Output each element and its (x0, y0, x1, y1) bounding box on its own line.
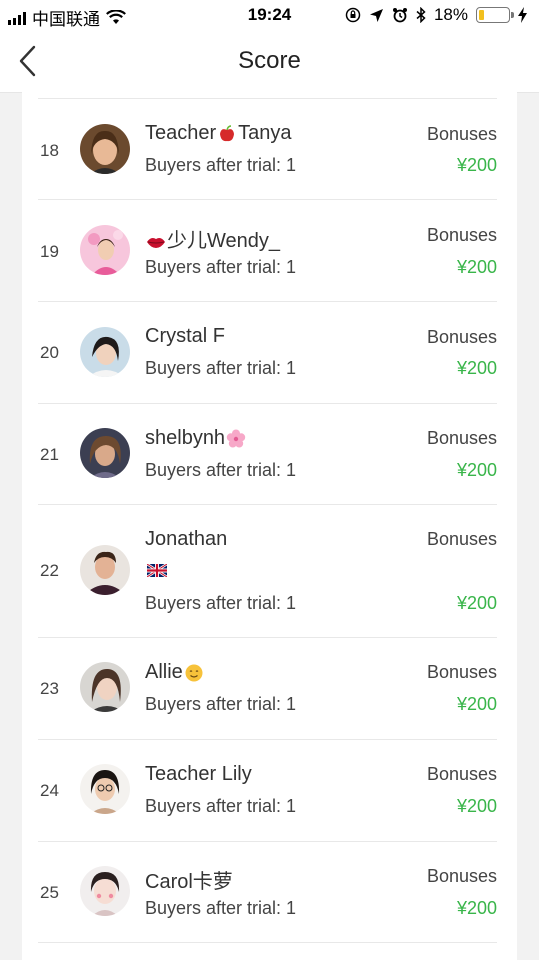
smiling-face-icon (185, 664, 203, 682)
bonus-amount: ¥200 (456, 257, 497, 277)
rank-number: 19 (40, 242, 59, 261)
buyers-after-trial: Buyers after trial: 1 (145, 460, 297, 480)
list-item[interactable]: 23 Allie Buyers after trial: 1 Bonuses ¥… (22, 638, 517, 739)
bonus-amount: ¥200 (456, 358, 497, 378)
bonus-label: Bonuses (426, 225, 497, 245)
rank-number: 20 (40, 343, 59, 362)
bonus-label: Bonuses (426, 764, 497, 784)
user-name: Teacher Tanya (145, 122, 292, 144)
list-item[interactable]: 24 Teacher Lily Buyers after trial: 1 Bo… (22, 740, 517, 841)
status-bar-right: 18% (345, 5, 527, 25)
rank-number: 25 (40, 883, 59, 902)
bonus-amount: ¥200 (456, 694, 497, 714)
bonus-amount: ¥200 (456, 796, 497, 816)
avatar[interactable] (80, 124, 130, 174)
status-bar: 中国联通 19:24 18% (0, 0, 539, 30)
user-name: Jonathan (145, 528, 228, 550)
rank-number: 21 (40, 445, 59, 464)
buyers-after-trial: Buyers after trial: 1 (145, 898, 297, 918)
avatar[interactable] (80, 327, 130, 377)
user-name: 少儿Wendy_ (145, 224, 280, 253)
buyers-after-trial: Buyers after trial: 1 (145, 155, 297, 175)
buyers-after-trial: Buyers after trial: 1 (145, 593, 297, 613)
bonus-label: Bonuses (426, 327, 497, 347)
list-item[interactable]: 19 少儿Wendy_ Buyers after trial: 1 Bonuse… (22, 200, 517, 301)
rank-number: 23 (40, 679, 59, 698)
bonus-amount: ¥200 (456, 155, 497, 175)
user-name: Allie (145, 661, 205, 684)
uk-flag-icon (147, 564, 167, 577)
bluetooth-icon (416, 7, 426, 23)
page-title: Score (238, 47, 301, 74)
avatar[interactable] (80, 662, 130, 712)
navigation-bar: Score (0, 30, 539, 93)
battery-icon (476, 7, 514, 23)
list-item[interactable]: 18 Teacher Tanya Buyers after trial: 1 Bo… (22, 92, 517, 199)
bonus-label: Bonuses (426, 662, 497, 682)
avatar[interactable] (80, 428, 130, 478)
lips-icon (147, 237, 165, 248)
location-arrow-icon (369, 8, 383, 22)
battery-percent: 18% (433, 5, 468, 24)
buyers-after-trial: Buyers after trial: 1 (145, 257, 297, 277)
avatar[interactable] (80, 545, 130, 595)
list-item[interactable]: 21 shelbynh Buyers after trial: 1 Bonuse… (22, 404, 517, 504)
list-item[interactable]: 25 Carol卡萝 Buyers after trial: 1 Bonuses… (22, 842, 517, 943)
bonus-label: Bonuses (426, 529, 497, 549)
list-item[interactable]: 22 Jonathan Buyers after trial: 1 Bonuse… (22, 505, 517, 637)
avatar[interactable] (80, 764, 130, 814)
user-name: Crystal F (145, 325, 225, 347)
orientation-lock-icon (345, 7, 361, 23)
buyers-after-trial: Buyers after trial: 1 (145, 796, 297, 816)
avatar[interactable] (80, 225, 130, 275)
buyers-after-trial: Buyers after trial: 1 (145, 694, 297, 714)
bonus-amount: ¥200 (456, 460, 497, 480)
list-item[interactable]: 20 Crystal F Buyers after trial: 1 Bonus… (22, 302, 517, 403)
user-name: Teacher Lily (145, 763, 252, 785)
avatar[interactable] (80, 866, 130, 916)
bonus-label: Bonuses (426, 428, 497, 448)
cherry-blossom-icon (226, 429, 246, 448)
apple-icon (220, 124, 235, 141)
divider (38, 942, 497, 943)
score-list: 18 Teacher Tanya Buyers after trial: 1 Bo… (22, 92, 517, 960)
bonus-amount: ¥200 (456, 898, 497, 918)
charging-bolt-icon (518, 7, 527, 23)
bonus-amount: ¥200 (456, 593, 497, 613)
battery-level (479, 10, 484, 20)
rank-number: 22 (40, 561, 59, 580)
buyers-after-trial: Buyers after trial: 1 (145, 358, 297, 378)
rank-number: 24 (40, 781, 59, 800)
bonus-label: Bonuses (426, 124, 497, 144)
user-name: Carol卡萝 (145, 871, 233, 893)
rank-number: 18 (40, 141, 59, 160)
alarm-clock-icon (392, 8, 407, 23)
bonus-label: Bonuses (426, 866, 497, 886)
user-name: shelbynh (145, 427, 247, 450)
